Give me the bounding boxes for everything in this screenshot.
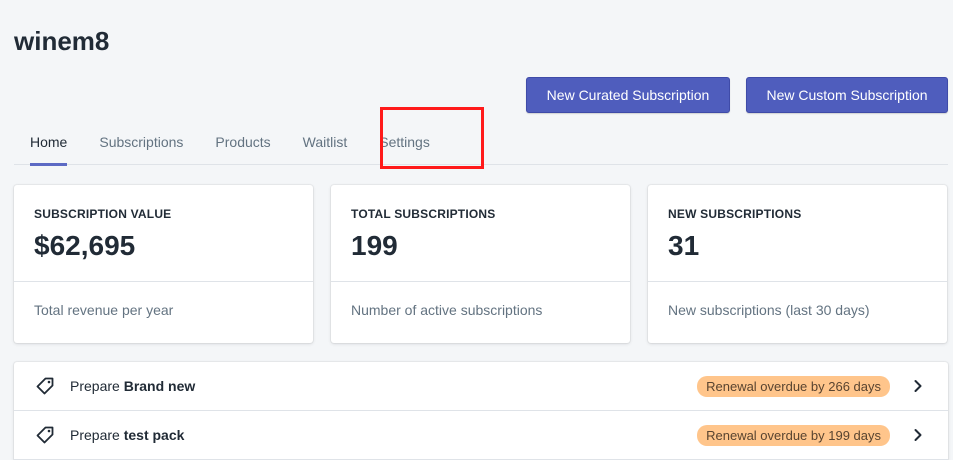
tab-waitlist[interactable]: Waitlist — [287, 118, 364, 165]
stat-card-subscription-value: SUBSCRIPTION VALUE $62,695 Total revenue… — [14, 185, 313, 343]
stats-cards: SUBSCRIPTION VALUE $62,695 Total revenue… — [14, 185, 947, 343]
task-row[interactable]: Prepare Brand new Renewal overdue by 266… — [14, 362, 948, 411]
status-badge: Renewal overdue by 266 days — [697, 375, 890, 397]
tab-home[interactable]: Home — [14, 118, 83, 166]
card-caption: Number of active subscriptions — [351, 302, 543, 318]
task-prefix: Prepare — [70, 427, 120, 443]
stat-card-total-subscriptions: TOTAL SUBSCRIPTIONS 199 Number of active… — [331, 185, 630, 343]
stat-card-new-subscriptions: NEW SUBSCRIPTIONS 31 New subscriptions (… — [648, 185, 947, 343]
task-list: Prepare Brand new Renewal overdue by 266… — [14, 362, 948, 460]
card-label: SUBSCRIPTION VALUE — [34, 207, 172, 221]
tab-subscriptions[interactable]: Subscriptions — [83, 118, 199, 165]
task-row[interactable]: Prepare test pack Renewal overdue by 199… — [14, 411, 948, 460]
task-name: test pack — [123, 427, 185, 443]
chevron-right-icon — [912, 379, 924, 393]
task-prefix: Prepare — [70, 378, 120, 394]
status-badge: Renewal overdue by 199 days — [697, 424, 890, 446]
task-name: Brand new — [123, 378, 196, 394]
card-caption: Total revenue per year — [34, 302, 174, 318]
chevron-right-icon — [912, 428, 924, 442]
card-value: 31 — [668, 230, 700, 261]
card-caption: New subscriptions (last 30 days) — [668, 302, 870, 318]
tab-bar: Home Subscriptions Products Waitlist Set… — [14, 118, 948, 166]
new-custom-subscription-button[interactable]: New Custom Subscription — [746, 77, 948, 113]
tag-icon — [34, 375, 56, 397]
tag-icon — [34, 424, 56, 446]
tab-products[interactable]: Products — [199, 118, 286, 165]
card-label: NEW SUBSCRIPTIONS — [668, 207, 802, 221]
header-actions: New Curated Subscription New Custom Subs… — [526, 77, 948, 113]
card-value: $62,695 — [34, 230, 136, 261]
new-curated-subscription-button[interactable]: New Curated Subscription — [526, 77, 730, 113]
card-value: 199 — [351, 230, 398, 261]
page-title: winem8 — [14, 26, 110, 56]
tab-settings[interactable]: Settings — [363, 118, 446, 165]
card-label: TOTAL SUBSCRIPTIONS — [351, 207, 496, 221]
